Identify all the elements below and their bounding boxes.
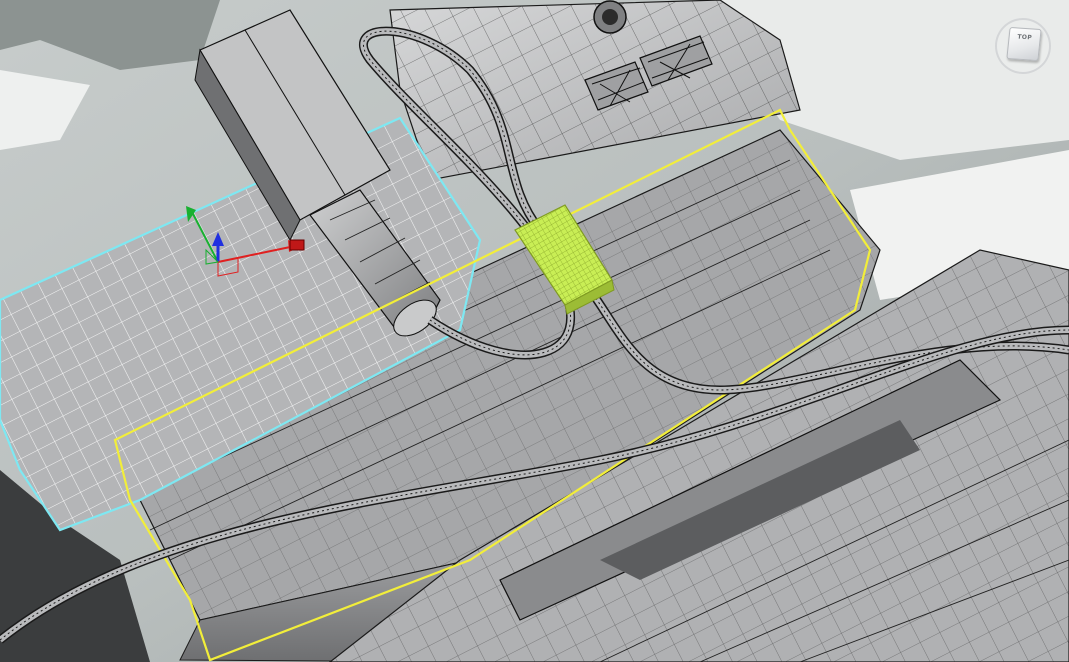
lens-port-inner: [602, 9, 618, 25]
3d-viewport[interactable]: TOP: [0, 0, 1069, 662]
viewcube[interactable]: TOP: [995, 14, 1055, 78]
viewport-scene[interactable]: [0, 0, 1069, 662]
viewcube-top-face[interactable]: TOP: [1006, 26, 1042, 62]
viewcube-face-label: TOP: [1017, 33, 1033, 42]
